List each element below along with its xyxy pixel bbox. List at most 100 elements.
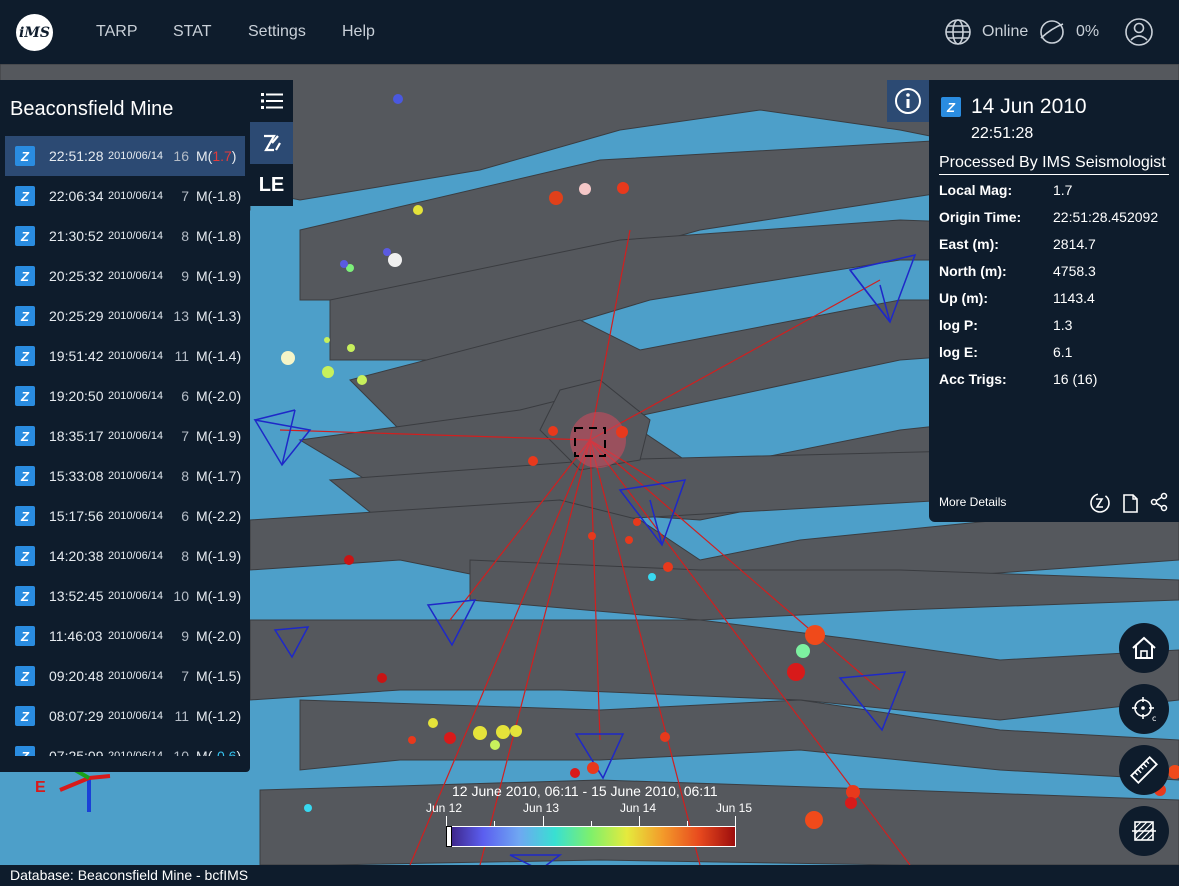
event-trigger-count: 10 (173, 588, 189, 604)
event-time: 20:25:29 (49, 308, 104, 324)
event-trigger-count: 11 (174, 708, 189, 724)
event-date: 2010/06/14 (108, 190, 164, 202)
reprocess-icon[interactable] (1089, 492, 1111, 514)
event-row[interactable]: Z 19:51:42 2010/06/14 11 M(-1.4) (5, 336, 245, 376)
event-row[interactable]: Z 09:20:48 2010/06/14 7 M(-1.5) (5, 656, 245, 696)
event-trigger-count: 6 (181, 508, 189, 524)
event-time: 08:07:29 (49, 708, 104, 724)
processed-by-label: Processed By IMS Seismologist (939, 154, 1169, 175)
timeline-tick-jun15: Jun 15 (716, 801, 753, 815)
nav-settings[interactable]: Settings (248, 23, 306, 41)
event-trigger-count: 9 (181, 628, 189, 644)
event-time: 15:17:56 (49, 508, 104, 524)
event-trigger-count: 6 (181, 388, 189, 404)
event-magnitude: M(-1.9) (196, 428, 242, 444)
event-row[interactable]: Z 11:46:03 2010/06/14 9 M(-2.0) (5, 616, 245, 656)
info-toggle-button[interactable] (887, 80, 929, 122)
share-icon[interactable] (1149, 492, 1169, 512)
event-time: 19:20:50 (49, 388, 104, 404)
event-magnitude: M(-2.2) (196, 508, 242, 524)
section-plane-button[interactable] (1119, 806, 1169, 856)
ims-logo[interactable]: iMS (16, 14, 53, 51)
event-row[interactable]: Z 22:51:28 2010/06/14 16 M(1.7) (5, 136, 245, 176)
timeline-tick-jun14: Jun 14 (620, 801, 657, 815)
event-time: 18:35:17 (49, 428, 104, 444)
event-row[interactable]: Z 07:25:09 2010/06/14 10 M(-0.6) (5, 736, 245, 756)
user-icon[interactable] (1124, 17, 1154, 47)
detail-field-label: log E: (939, 344, 978, 360)
event-trigger-count: 7 (181, 428, 189, 444)
event-date: 14 Jun 2010 (971, 95, 1087, 118)
nav-stat[interactable]: STAT (173, 23, 212, 41)
event-trigger-count: 8 (181, 468, 189, 484)
event-row[interactable]: Z 19:20:50 2010/06/14 6 M(-2.0) (5, 376, 245, 416)
event-row[interactable]: Z 20:25:32 2010/06/14 9 M(-1.9) (5, 256, 245, 296)
online-status[interactable]: Online (944, 18, 1028, 46)
event-date: 2010/06/14 (108, 630, 164, 642)
detail-field-value: 16 (16) (1053, 371, 1098, 387)
detail-field-label: North (m): (939, 263, 1007, 279)
event-trigger-count: 8 (181, 228, 189, 244)
event-date: 2010/06/14 (108, 750, 164, 756)
progress-label: 0% (1076, 23, 1100, 40)
center-view-button[interactable]: c (1119, 684, 1169, 734)
event-row[interactable]: Z 18:35:17 2010/06/14 7 M(-1.9) (5, 416, 245, 456)
events-view-button[interactable] (250, 122, 293, 164)
ruler-icon (1130, 756, 1158, 784)
event-magnitude: M(-1.2) (196, 708, 242, 724)
event-time: 22:51:28 (971, 125, 1034, 142)
home-button[interactable] (1119, 623, 1169, 673)
event-magnitude: M(-1.7) (196, 468, 242, 484)
detail-field-label: Origin Time: (939, 209, 1022, 225)
detail-field-label: Acc Trigs: (939, 371, 1007, 387)
event-list[interactable]: Z 22:51:28 2010/06/14 16 M(1.7) Z 22:06:34 2010… (5, 136, 245, 756)
event-date: 2010/06/14 (108, 270, 164, 282)
svg-text:c: c (1152, 714, 1156, 723)
event-date: 2010/06/14 (108, 230, 164, 242)
more-details-link[interactable]: More Details (939, 495, 1006, 509)
le-button[interactable]: LE (250, 164, 293, 206)
event-magnitude: M(-2.0) (196, 628, 242, 644)
timeline-range-label: 12 June 2010, 06:11 - 15 June 2010, 06:1… (452, 783, 718, 799)
status-bar: Database: Beaconsfield Mine - bcfIMS (0, 865, 1179, 886)
event-row[interactable]: Z 15:33:08 2010/06/14 8 M(-1.7) (5, 456, 245, 496)
copy-icon[interactable] (1121, 492, 1139, 514)
event-row[interactable]: Z 20:25:29 2010/06/14 13 M(-1.3) (5, 296, 245, 336)
event-date: 2010/06/14 (108, 710, 164, 722)
top-nav-bar: iMS TARP STAT Settings Help Online 0% (0, 0, 1179, 64)
event-row[interactable]: Z 22:06:34 2010/06/14 7 M(-1.8) (5, 176, 245, 216)
time-colorbar[interactable] (446, 826, 736, 847)
detail-field-label: Local Mag: (939, 182, 1013, 198)
event-time: 09:20:48 (49, 668, 104, 684)
nav-help[interactable]: Help (342, 23, 375, 41)
mine-title: Beaconsfield Mine (10, 98, 174, 120)
measure-button[interactable] (1119, 745, 1169, 795)
event-trigger-count: 9 (181, 268, 189, 284)
event-type-icon: Z (15, 186, 35, 206)
event-trigger-count: 10 (173, 748, 189, 756)
event-date: 2010/06/14 (108, 550, 164, 562)
event-row[interactable]: Z 13:52:45 2010/06/14 10 M(-1.9) (5, 576, 245, 616)
event-trigger-count: 16 (173, 148, 189, 164)
event-date: 2010/06/14 (108, 150, 164, 162)
nav-tarp[interactable]: TARP (96, 23, 137, 41)
detail-field-value: 4758.3 (1053, 263, 1096, 279)
event-type-icon: Z (15, 266, 35, 286)
detail-field-value: 6.1 (1053, 344, 1073, 360)
event-type-icon: Z (15, 506, 35, 526)
time-slider-handle[interactable] (446, 826, 452, 847)
event-row[interactable]: Z 21:30:52 2010/06/14 8 M(-1.8) (5, 216, 245, 256)
event-trigger-count: 7 (181, 188, 189, 204)
progress-status[interactable]: 0% (1038, 18, 1099, 46)
event-magnitude: M(-1.8) (196, 228, 242, 244)
event-row[interactable]: Z 08:07:29 2010/06/14 11 M(-1.2) (5, 696, 245, 736)
event-magnitude: M(-1.3) (196, 308, 242, 324)
event-time: 21:30:52 (49, 228, 104, 244)
event-row[interactable]: Z 14:20:38 2010/06/14 8 M(-1.9) (5, 536, 245, 576)
event-date: 2010/06/14 (108, 310, 164, 322)
event-type-icon: Z (15, 586, 35, 606)
event-trigger-count: 8 (181, 548, 189, 564)
event-row[interactable]: Z 15:17:56 2010/06/14 6 M(-2.2) (5, 496, 245, 536)
list-view-button[interactable] (250, 80, 293, 122)
detail-field-label: Up (m): (939, 290, 988, 306)
